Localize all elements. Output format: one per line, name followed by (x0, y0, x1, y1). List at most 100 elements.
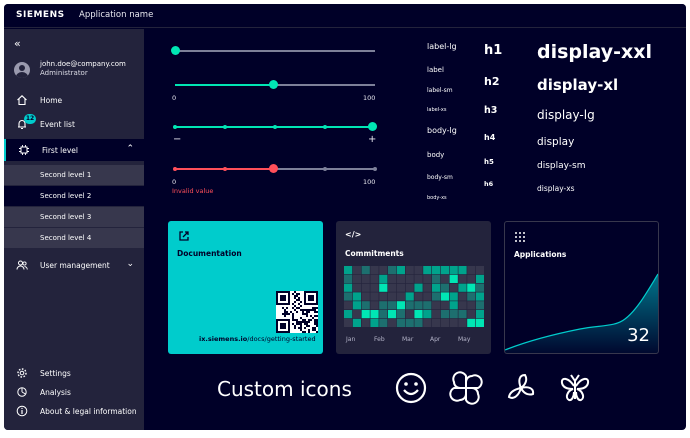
sidebar-subitem-second-level-4[interactable]: Second level 4 (4, 228, 144, 248)
applications-count: 32 (627, 325, 650, 346)
heatmap-cell (344, 310, 353, 319)
heatmap-cell (467, 301, 476, 310)
heatmap-cell (405, 283, 414, 292)
heatmap-cell (405, 292, 414, 301)
sidebar-item-user-management[interactable]: User management ⌄ (4, 254, 144, 276)
slider-thumb[interactable] (269, 80, 278, 89)
commitments-heatmap (344, 266, 484, 327)
heatmap-cell (449, 310, 458, 319)
qr-module (300, 301, 302, 303)
qr-module (298, 307, 300, 309)
heatmap-cell (388, 292, 397, 301)
double-chevron-left-icon[interactable]: « (14, 37, 21, 50)
slider-max-label: 100 (363, 178, 376, 186)
typo-h6: h6 (484, 180, 494, 188)
typo-display-xxl: display-xxl (537, 41, 653, 63)
qr-module (304, 313, 306, 315)
typo-h2: h2 (484, 75, 500, 88)
slider-thumb[interactable] (269, 164, 278, 173)
heatmap-cell (388, 283, 397, 292)
qr-module (296, 311, 298, 313)
heatmap-cell (432, 266, 441, 275)
documentation-card[interactable]: Documentation ix.siemens.io/docs/getting… (168, 221, 323, 354)
heatmap-cell (449, 266, 458, 275)
sidebar-item-first-level[interactable]: First level ⌃ (4, 139, 144, 161)
qr-module (316, 321, 318, 323)
qr-module (286, 307, 288, 309)
typo-h4: h4 (484, 133, 496, 142)
qr-module (300, 329, 302, 331)
qr-module (286, 313, 288, 315)
heatmap-cell (352, 292, 361, 301)
qr-module (300, 305, 302, 307)
qr-module (306, 311, 308, 313)
heatmap-cell (476, 274, 484, 283)
heatmap-cell (361, 318, 370, 327)
slider-track (175, 50, 375, 52)
heatmap-cell (423, 283, 432, 292)
qr-module (298, 293, 300, 295)
qr-module (312, 307, 314, 309)
applications-card[interactable]: Applications 32 (504, 221, 659, 354)
heatmap-cell (449, 318, 458, 327)
qr-module (288, 313, 290, 315)
link-domain: ix.siemens.io (199, 335, 248, 343)
heatmap-cell (379, 301, 388, 310)
qr-module (304, 321, 306, 323)
sidebar-subitem-second-level-2[interactable]: Second level 2 (4, 186, 144, 206)
qr-module (298, 297, 300, 299)
qr-module (296, 299, 298, 301)
sidebar-subitem-second-level-3[interactable]: Second level 3 (4, 207, 144, 227)
sidebar-item-label: About & legal information (40, 407, 137, 416)
heatmap-cell (361, 283, 370, 292)
heatmap-cell (414, 283, 423, 292)
minus-icon[interactable]: − (173, 134, 181, 145)
sidebar-item-home[interactable]: Home (4, 89, 144, 111)
qr-module (308, 309, 310, 311)
heatmap-cell (361, 292, 370, 301)
qr-module (296, 323, 298, 325)
grid-dots-icon (515, 232, 525, 242)
qr-module (294, 295, 296, 297)
qr-module (294, 309, 296, 311)
heatmap-cell (414, 310, 423, 319)
qr-module (284, 311, 286, 313)
qr-module (296, 307, 298, 309)
qr-module (298, 327, 300, 329)
qr-module (294, 319, 296, 321)
slider-thumb[interactable] (368, 122, 377, 131)
typo-body-xs: body-xs (427, 195, 447, 201)
subitem-label: Second level 4 (40, 234, 92, 242)
chevron-down-icon: ⌄ (126, 259, 134, 269)
documentation-link[interactable]: ix.siemens.io/docs/getting-started (199, 335, 316, 343)
slider-step-dot (173, 167, 177, 171)
qr-module (314, 319, 316, 321)
commitments-card[interactable]: </> Commitments Jan Feb Mar Apr May (336, 221, 491, 354)
qr-module (308, 321, 310, 323)
slider-thumb[interactable] (171, 46, 180, 55)
qr-module (294, 325, 296, 327)
heatmap-cell (432, 292, 441, 301)
sidebar-item-label: Event list (40, 120, 75, 129)
plus-icon[interactable]: + (368, 134, 376, 145)
heatmap-cell (432, 283, 441, 292)
sidebar-subitem-second-level-1[interactable]: Second level 1 (4, 165, 144, 185)
heatmap-cell (476, 283, 484, 292)
slider-error-text: Invalid value (172, 187, 214, 195)
heatmap-cell (405, 310, 414, 319)
slider-step-dot (273, 125, 277, 129)
heatmap-cell (396, 310, 405, 319)
heatmap-cell (423, 274, 432, 283)
qr-module (304, 323, 306, 325)
heatmap-cell (467, 283, 476, 292)
smiley-icon (395, 372, 427, 404)
main-content: 0 100 − + 0 100 Invalid value label-lg l… (144, 29, 686, 430)
sidebar-item-about[interactable]: About & legal information (4, 400, 144, 422)
qr-module (298, 321, 300, 323)
heatmap-cell (414, 274, 423, 283)
heatmap-cell (361, 310, 370, 319)
sidebar-item-event-list[interactable]: 12 Event list (4, 113, 144, 135)
qr-module (316, 307, 318, 309)
qr-module (302, 319, 304, 321)
qr-module (302, 311, 304, 313)
